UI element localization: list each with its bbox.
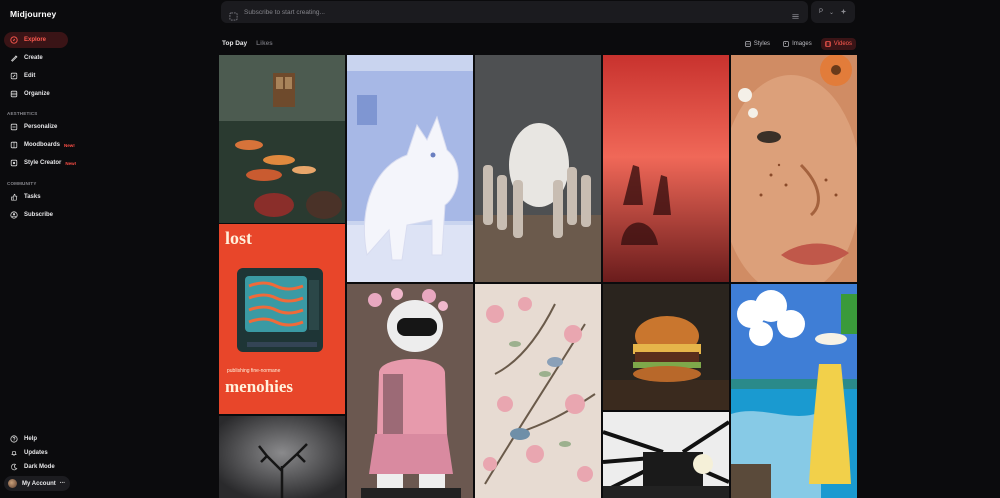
nav-style-creator-label: Style Creator [24, 160, 62, 166]
koi-room-image [219, 55, 345, 223]
avatar [8, 479, 17, 488]
gallery-tile-lost-poster[interactable]: lost publishing fine-normane menohies [219, 224, 345, 414]
filter-videos-label: Videos [833, 41, 852, 47]
nav-dark-mode-label: Dark Mode [24, 464, 55, 470]
aesthetics-section-label: AESTHETICS [7, 111, 38, 116]
white-cat-image [347, 55, 473, 282]
poster-title-text: lost [225, 228, 252, 248]
sliders-icon[interactable] [791, 8, 800, 19]
moodboard-icon [10, 141, 18, 149]
gallery-tile-egg-rabbits[interactable] [475, 55, 601, 282]
new-badge: New! [64, 142, 75, 148]
nav-personalize-label: Personalize [24, 124, 58, 130]
anime-beach-image [731, 284, 857, 498]
filter-styles-label: Styles [753, 41, 771, 47]
filter-videos[interactable]: Videos [820, 38, 856, 50]
gallery-tile-red-riders[interactable] [603, 55, 729, 282]
p-toggle[interactable]: P [819, 9, 823, 15]
moon-icon [10, 463, 18, 471]
chevron-down-icon[interactable]: ⌄ [829, 9, 834, 16]
nav-moodboards[interactable]: Moodboards New! [4, 137, 84, 153]
nav-style-creator[interactable]: Style Creator New! [4, 155, 84, 171]
video-icon [824, 41, 831, 47]
gallery-tile-dark-tree[interactable] [219, 416, 345, 498]
nav-tasks-label: Tasks [24, 194, 41, 200]
nav-explore-label: Explore [24, 37, 47, 43]
gallery-tile-anime-beach[interactable] [731, 284, 857, 498]
more-icon[interactable]: ··· [60, 480, 66, 487]
lost-poster-image: lost publishing fine-normane menohies [219, 224, 345, 414]
nav-dark-mode[interactable]: Dark Mode [4, 459, 74, 475]
filter-styles[interactable]: Styles [741, 38, 774, 50]
nav-updates-label: Updates [24, 450, 48, 456]
prompt-bar[interactable]: Subscribe to start creating... [221, 1, 808, 23]
thumb-icon [10, 193, 18, 201]
filter-images[interactable]: Images [779, 38, 816, 50]
nav-tasks[interactable]: Tasks [4, 189, 68, 205]
personalize-icon [10, 123, 18, 131]
community-section-label: COMMUNITY [7, 181, 37, 186]
tab-likes[interactable]: Likes [256, 40, 273, 47]
nav-personalize[interactable]: Personalize [4, 119, 84, 135]
compass-icon [10, 36, 18, 44]
nav-organize-label: Organize [24, 91, 50, 97]
nav-edit[interactable]: Edit [4, 68, 68, 84]
gallery-tile-floral-birds[interactable] [475, 284, 601, 498]
brush-icon [10, 54, 18, 62]
nav-edit-label: Edit [24, 73, 36, 79]
gallery-tile-koi-room[interactable] [219, 55, 345, 223]
styles-icon [744, 41, 751, 47]
nav-subscribe[interactable]: Subscribe [4, 207, 68, 223]
my-account-button[interactable]: My Account ··· [4, 476, 70, 491]
top-controls: P ⌄ [811, 1, 855, 23]
filter-images-label: Images [792, 41, 812, 47]
edit-icon [10, 72, 18, 80]
gallery-tile-freckled-face[interactable] [731, 55, 857, 282]
prompt-input[interactable]: Subscribe to start creating... [244, 9, 791, 16]
nav-subscribe-label: Subscribe [24, 212, 54, 218]
train-image [603, 412, 729, 498]
image-prompt-icon[interactable] [229, 8, 238, 21]
new-badge: New! [65, 160, 77, 166]
media-filters: Styles Images Videos [741, 38, 856, 50]
gallery-tile-robot-girl[interactable] [347, 284, 473, 498]
image-icon [783, 41, 789, 47]
nav-moodboards-label: Moodboards [24, 142, 60, 148]
nav-create-label: Create [24, 55, 43, 61]
help-icon [10, 435, 18, 443]
feed-tabs: Top Day Likes [222, 40, 273, 47]
nav-help-label: Help [24, 436, 38, 442]
folder-icon [10, 90, 18, 98]
red-riders-image [603, 55, 729, 282]
freckled-face-image [731, 55, 857, 282]
floral-birds-image [475, 284, 601, 498]
dark-tree-image [219, 416, 345, 498]
nav-organize[interactable]: Organize [4, 86, 68, 102]
egg-rabbits-image [475, 55, 601, 282]
app-logo[interactable]: Midjourney [10, 9, 56, 19]
style-creator-icon [10, 159, 18, 167]
bell-icon [10, 449, 18, 457]
my-account-label: My Account [22, 480, 56, 487]
gallery-tile-burger[interactable] [603, 284, 729, 410]
gallery-tile-white-cat[interactable] [347, 55, 473, 282]
sparkle-icon[interactable] [840, 8, 847, 17]
sidebar: Midjourney Explore Create Edit Organize … [0, 0, 212, 498]
tab-top-day[interactable]: Top Day [222, 40, 247, 47]
nav-explore[interactable]: Explore [4, 32, 68, 48]
nav-create[interactable]: Create [4, 50, 68, 66]
svg-text:publishing fine-normane: publishing fine-normane [227, 368, 281, 374]
gallery-tile-train[interactable] [603, 412, 729, 498]
robot-girl-image [347, 284, 473, 498]
svg-text:menohies: menohies [225, 377, 293, 396]
burger-image [603, 284, 729, 410]
user-icon [10, 211, 18, 219]
